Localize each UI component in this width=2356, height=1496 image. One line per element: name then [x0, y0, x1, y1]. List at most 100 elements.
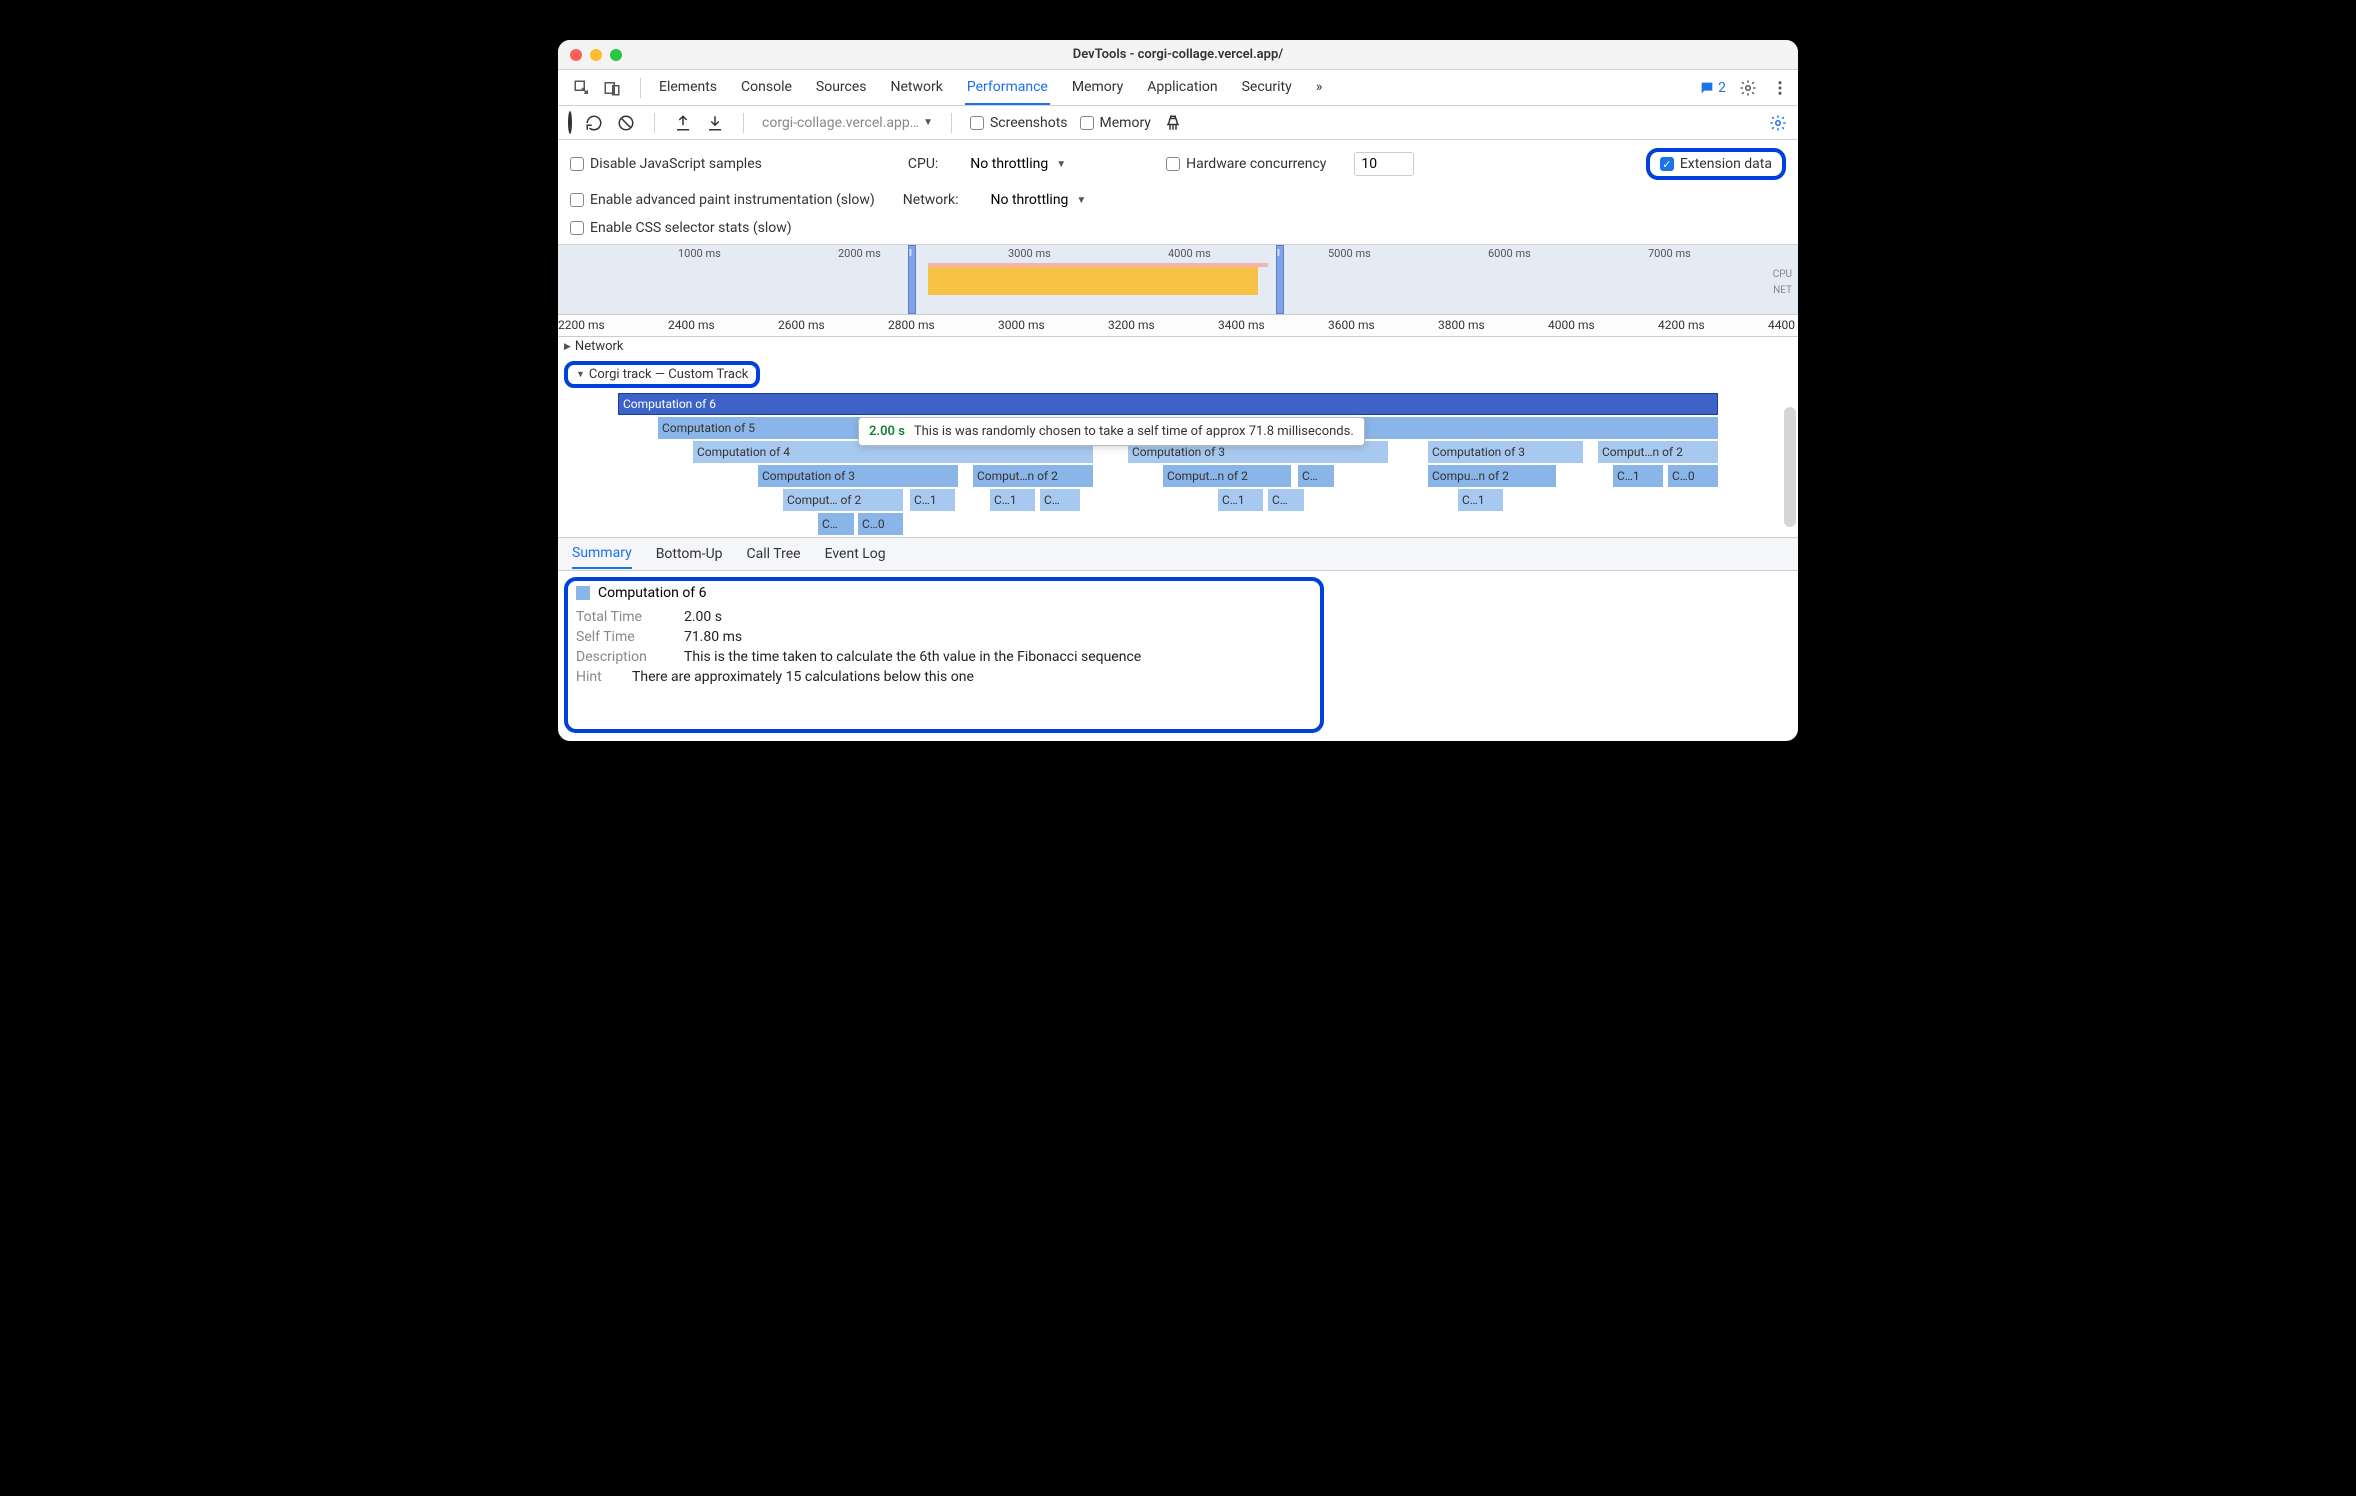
timeline-overview[interactable]: 1000 ms 2000 ms 3000 ms 4000 ms 5000 ms …	[558, 245, 1798, 315]
overview-right-handle[interactable]	[1276, 245, 1284, 314]
flame-bar[interactable]: C…0	[858, 513, 903, 535]
checkbox-icon	[570, 193, 584, 207]
tab-console[interactable]: Console	[739, 71, 794, 104]
flame-bar[interactable]: C…0	[1668, 465, 1718, 487]
capture-settings-icon[interactable]	[1768, 113, 1788, 133]
flame-bar[interactable]: Computation of 6	[618, 393, 1718, 415]
tabs-overflow[interactable]: »	[1314, 71, 1325, 104]
ruler-tick: 2800 ms	[888, 318, 935, 332]
flame-bar[interactable]: C…	[818, 513, 854, 535]
tooltip-text: This is was randomly chosen to take a se…	[914, 424, 1354, 439]
detail-tab-bottom-up[interactable]: Bottom-Up	[656, 540, 723, 568]
tab-performance[interactable]: Performance	[965, 71, 1050, 105]
overview-tick: 6000 ms	[1488, 247, 1531, 260]
flame-bar[interactable]: C…1	[1218, 489, 1263, 511]
description-label: Description	[576, 649, 668, 665]
network-throttle-select[interactable]: No throttling ▼	[987, 190, 1091, 210]
screenshots-checkbox[interactable]: Screenshots	[970, 115, 1068, 131]
inspect-element-icon[interactable]	[572, 78, 592, 98]
flamechart-ruler: 2200 ms 2400 ms 2600 ms 2800 ms 3000 ms …	[558, 315, 1798, 337]
minimize-window-button[interactable]	[590, 49, 602, 61]
flame-bar[interactable]: C…	[1268, 489, 1304, 511]
detail-tabbar: Summary Bottom-Up Call Tree Event Log	[558, 537, 1798, 571]
tab-application[interactable]: Application	[1145, 71, 1219, 104]
flame-bar[interactable]: Comput…n of 2	[973, 465, 1093, 487]
flame-tooltip: 2.00 s This is was randomly chosen to ta…	[858, 417, 1365, 446]
css-stats-checkbox[interactable]: Enable CSS selector stats (slow)	[570, 220, 792, 236]
reload-record-icon[interactable]	[584, 113, 604, 133]
flame-bar[interactable]: C…	[1040, 489, 1080, 511]
close-window-button[interactable]	[570, 49, 582, 61]
flame-bar[interactable]: Comput…n of 2	[1163, 465, 1291, 487]
flame-bar[interactable]: C…1	[1613, 465, 1663, 487]
recording-selector[interactable]: corgi-collage.vercel.app… ▼	[762, 115, 933, 131]
chevron-down-icon: ▼	[576, 369, 585, 380]
overview-tick: 7000 ms	[1648, 247, 1691, 260]
ruler-tick: 3000 ms	[998, 318, 1045, 332]
tab-sources[interactable]: Sources	[814, 71, 869, 104]
tab-security[interactable]: Security	[1240, 71, 1294, 104]
tooltip-time: 2.00 s	[869, 424, 905, 439]
flame-bar[interactable]: Compu…n of 2	[1428, 465, 1556, 487]
self-time-value: 71.80 ms	[684, 629, 742, 645]
flame-bar[interactable]: C…	[1298, 465, 1334, 487]
gear-icon[interactable]	[1738, 78, 1758, 98]
tab-elements[interactable]: Elements	[657, 71, 719, 104]
panel-tabs: Elements Console Sources Network Perform…	[653, 71, 1693, 104]
total-time-value: 2.00 s	[684, 609, 722, 625]
network-track-header[interactable]: ▶ Network	[564, 339, 624, 354]
flame-bar[interactable]: Comput… of 2	[783, 489, 903, 511]
titlebar: DevTools - corgi-collage.vercel.app/	[558, 40, 1798, 70]
record-button[interactable]	[568, 113, 572, 132]
separator	[951, 113, 952, 133]
download-icon[interactable]	[705, 113, 725, 133]
detail-tab-event-log[interactable]: Event Log	[825, 540, 886, 568]
ruler-tick: 4200 ms	[1658, 318, 1705, 332]
flame-bar[interactable]: Comput…n of 2	[1598, 441, 1718, 463]
overview-activity-strip	[928, 267, 1258, 295]
upload-icon[interactable]	[673, 113, 693, 133]
hw-concurrency-checkbox[interactable]: Hardware concurrency	[1166, 156, 1326, 172]
hint-label: Hint	[576, 669, 616, 685]
issues-badge[interactable]: 2	[1699, 80, 1726, 96]
flame-bar[interactable]: Computation of 3	[1428, 441, 1583, 463]
overview-tick: 3000 ms	[1008, 247, 1051, 260]
capture-settings-panel: Disable JavaScript samples CPU: No throt…	[558, 140, 1798, 245]
garbage-collect-icon[interactable]	[1163, 113, 1183, 133]
flame-bar[interactable]: Computation of 3	[758, 465, 958, 487]
checkbox-icon	[1080, 116, 1094, 130]
chevron-right-icon: ▶	[564, 342, 571, 352]
zoom-window-button[interactable]	[610, 49, 622, 61]
ruler-tick: 4400	[1768, 318, 1795, 332]
scrollbar[interactable]	[1784, 407, 1796, 527]
cpu-throttle-select[interactable]: No throttling ▼	[966, 154, 1070, 174]
flame-bar[interactable]: C…1	[910, 489, 955, 511]
tab-network[interactable]: Network	[889, 71, 945, 104]
memory-checkbox[interactable]: Memory	[1080, 115, 1151, 131]
summary-swatch-icon	[576, 586, 590, 600]
tab-memory[interactable]: Memory	[1070, 71, 1125, 104]
detail-tab-summary[interactable]: Summary	[572, 539, 632, 569]
separator	[743, 113, 744, 133]
corgi-track-header-highlight[interactable]: ▼ Corgi track — Custom Track	[564, 361, 760, 388]
flame-bar[interactable]: C…1	[990, 489, 1035, 511]
clear-icon[interactable]	[616, 113, 636, 133]
hw-concurrency-input[interactable]	[1354, 152, 1414, 176]
overview-tick: 1000 ms	[678, 247, 721, 260]
detail-tab-call-tree[interactable]: Call Tree	[747, 540, 801, 568]
flame-bar[interactable]: C…1	[1458, 489, 1503, 511]
overview-tick: 5000 ms	[1328, 247, 1371, 260]
more-icon[interactable]	[1770, 78, 1790, 98]
chevron-down-icon: ▼	[1076, 195, 1086, 206]
checkbox-icon	[970, 116, 984, 130]
ruler-tick: 2600 ms	[778, 318, 825, 332]
flamechart[interactable]: ▶ Network ▼ Corgi track — Custom Track C…	[558, 337, 1798, 537]
extension-data-checkbox[interactable]: Extension data	[1660, 156, 1772, 172]
device-toolbar-icon[interactable]	[602, 78, 622, 98]
disable-js-samples-checkbox[interactable]: Disable JavaScript samples	[570, 156, 762, 172]
chevron-down-icon: ▼	[923, 117, 933, 128]
overview-left-handle[interactable]	[908, 245, 916, 314]
main-tabbar: Elements Console Sources Network Perform…	[558, 70, 1798, 106]
adv-paint-checkbox[interactable]: Enable advanced paint instrumentation (s…	[570, 192, 875, 208]
ruler-tick: 3200 ms	[1108, 318, 1155, 332]
